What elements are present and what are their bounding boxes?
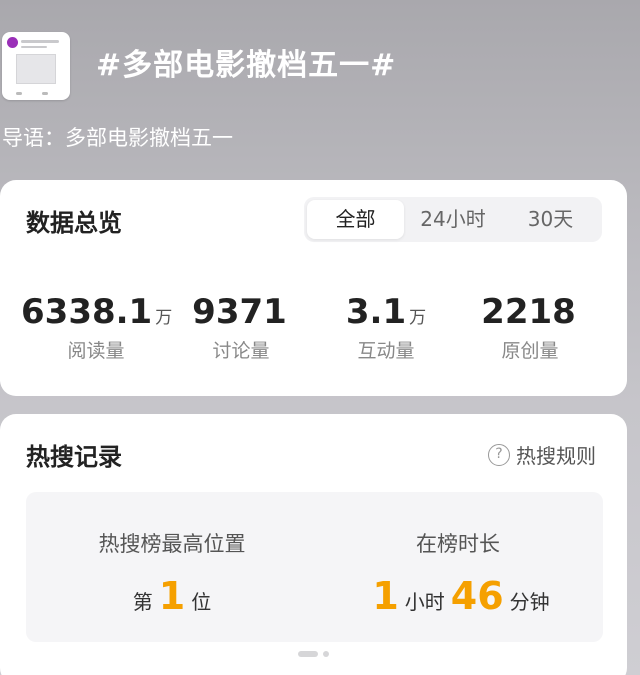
stat-value: 9371 [192,292,287,332]
stat-value: 6338.1 [21,292,153,332]
stat-interactions: 3.1 万 互动量 [311,292,461,363]
stat-value: 2218 [481,292,576,332]
stat-label: 互动量 [357,340,415,362]
overview-title: 数据总览 [26,209,122,237]
stat-unit: 万 [409,308,427,328]
peak-suffix: 位 [191,590,212,614]
question-circle-icon: ? [488,443,510,466]
peak-position-label: 热搜榜最高位置 [98,532,246,556]
duration-value: 1 小时 46 分钟 [346,574,570,618]
duration-hours: 1 [372,574,399,618]
stat-reads: 6338.1 万 阅读量 [21,292,172,363]
tab-30d[interactable]: 30天 [502,200,599,239]
topic-thumbnail[interactable] [2,32,70,100]
page-indicator-dot [323,651,329,657]
peak-number: 1 [158,574,186,618]
topic-header: #多部电影撤档五一# 导语：多部电影撤档五一 [0,0,640,180]
peak-position-value: 第1位 [60,574,284,618]
topic-intro: 导语：多部电影撤档五一 [2,126,233,150]
page-indicator-active [298,651,318,657]
stat-originals: 2218 原创量 [455,292,605,363]
stat-label: 原创量 [501,340,559,362]
rules-label: 热搜规则 [516,444,596,468]
hot-search-stats-panel [26,492,603,642]
peak-prefix: 第 [132,590,153,614]
hot-search-rules-link[interactable]: ? 热搜规则 [488,440,596,469]
duration-minutes: 46 [450,574,504,618]
stat-label: 讨论量 [212,340,270,362]
stat-value: 3.1 [345,292,407,332]
stat-discussions: 9371 讨论量 [166,292,316,363]
duration-label: 在榜时长 [416,532,500,556]
time-range-tabs: 全部 24小时 30天 [304,197,602,242]
duration-minutes-unit: 分钟 [509,590,550,614]
topic-title: #多部电影撤档五一# [96,48,397,83]
duration-hours-unit: 小时 [404,590,445,614]
avatar [7,37,18,48]
tab-all[interactable]: 全部 [307,200,404,239]
stat-label: 阅读量 [67,340,125,362]
tab-24h[interactable]: 24小时 [404,200,502,239]
hot-search-title: 热搜记录 [26,443,122,471]
